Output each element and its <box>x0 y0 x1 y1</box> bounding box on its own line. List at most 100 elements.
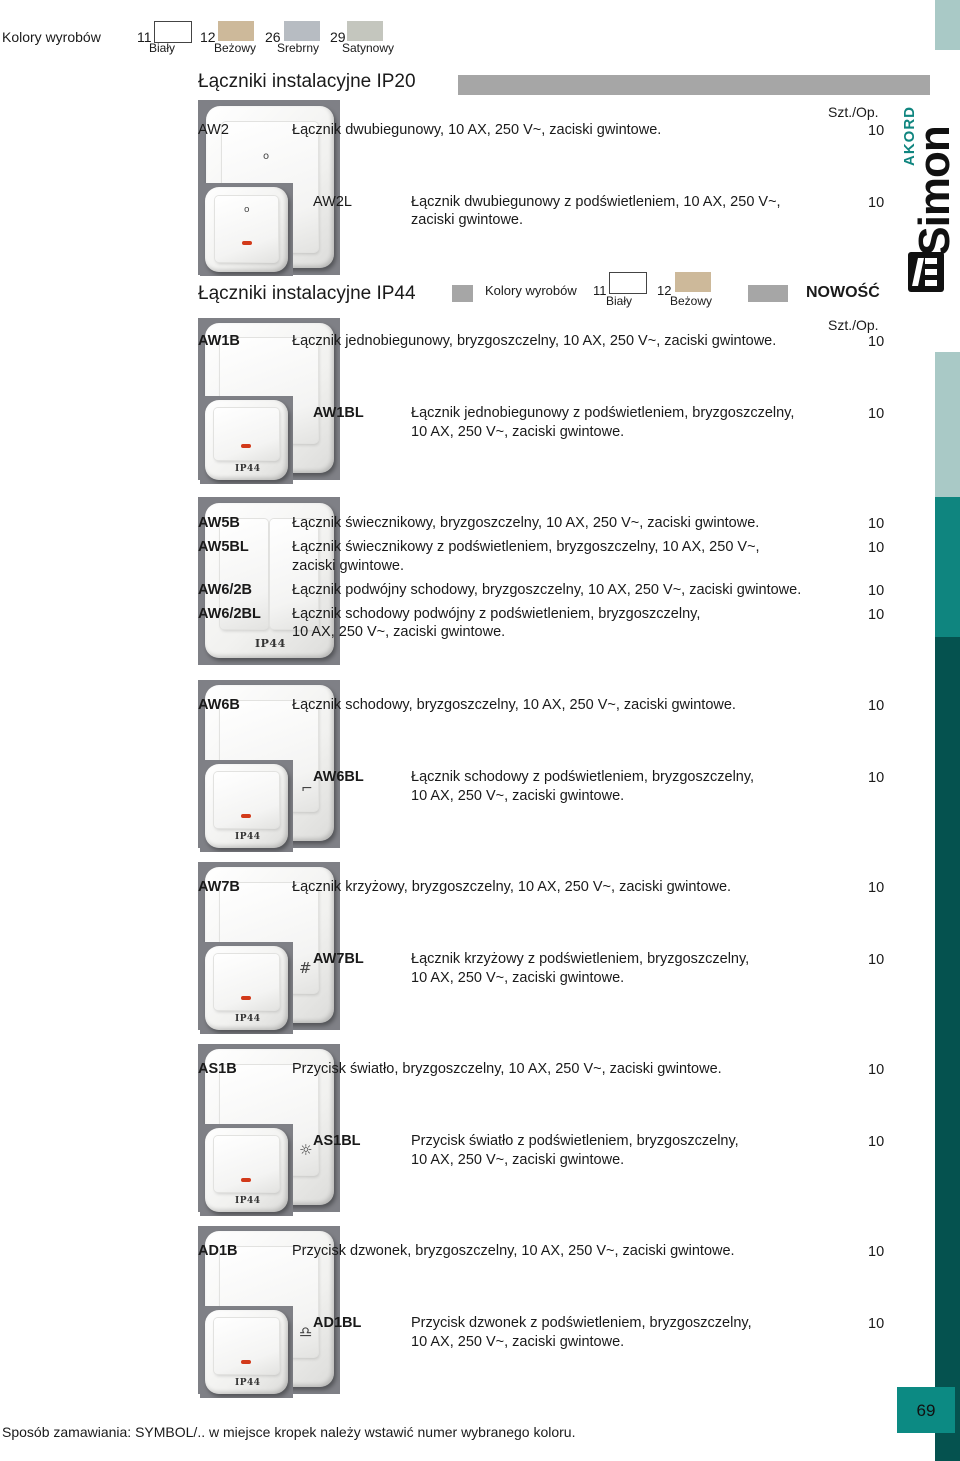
product-qty: 10 <box>868 334 885 350</box>
product-desc: Łącznik podwójny schodowy, bryzgoszczeln… <box>292 582 802 598</box>
product-desc-line2: 10 AX, 250 V~, zaciski gwintowe. <box>292 624 506 640</box>
product-qty: 10 <box>868 1134 885 1150</box>
ip-label: IP44 <box>235 1378 261 1388</box>
product-desc: Łącznik schodowy z podświetleniem, bryzg… <box>411 769 755 785</box>
product-code: AS1B <box>198 1061 237 1077</box>
section-rule <box>458 75 930 95</box>
product-photo-aw2l: o <box>200 183 293 276</box>
product-code: AD1BL <box>313 1315 362 1331</box>
product-desc: Łącznik jednobiegunowy, bryzgoszczelny, … <box>292 333 777 349</box>
product-code: AW1B <box>198 333 240 349</box>
product-desc: Przycisk światło z podświetleniem, bryzg… <box>411 1133 739 1149</box>
color-name: Satynowy <box>342 41 395 55</box>
colors-label: Kolory wyrobów <box>2 29 101 45</box>
qty-header: Szt./Op. <box>828 104 879 120</box>
product-desc: Łącznik dwubiegunowy, 10 AX, 250 V~, zac… <box>292 122 662 138</box>
product-desc: Łącznik świecznikowy z podświetleniem, b… <box>292 539 760 555</box>
simon-mark-icon <box>908 252 944 292</box>
ip-label: IP44 <box>235 832 261 842</box>
color-swatch-beige <box>218 21 254 41</box>
product-desc: Przycisk światło, bryzgoszczelny, 10 AX,… <box>292 1061 722 1077</box>
product-photo-as1bl: IP44 <box>200 1124 293 1216</box>
side-strip-light <box>935 352 960 497</box>
product-code: AW5B <box>198 515 240 531</box>
color-swatch-beige <box>675 272 711 292</box>
product-qty: 10 <box>868 1062 885 1078</box>
product-code: AW6/2B <box>198 582 252 598</box>
product-desc: Łącznik dwubiegunowy z podświetleniem, 1… <box>411 194 781 210</box>
product-desc: Łącznik świecznikowy, bryzgoszczelny, 10… <box>292 515 760 531</box>
qty-header: Szt./Op. <box>828 317 879 333</box>
colors-label: Kolory wyrobów <box>485 283 577 298</box>
product-qty: 10 <box>868 540 885 556</box>
side-strip-dark <box>935 637 960 1461</box>
product-code: AW6/2BL <box>198 606 261 622</box>
ip-label: IP44 <box>235 1196 261 1206</box>
page-number-box: 69 <box>897 1387 955 1433</box>
product-desc: Przycisk dzwonek z podświetleniem, bryzg… <box>411 1315 752 1331</box>
product-desc-line2: 10 AX, 250 V~, zaciski gwintowe. <box>411 424 625 440</box>
series-name: AKORD <box>901 106 918 166</box>
product-desc-line2: 10 AX, 250 V~, zaciski gwintowe. <box>411 1152 625 1168</box>
section-title-ip44: Łączniki instalacyjne IP44 <box>198 283 416 304</box>
product-photo-aw7bl: IP44 <box>200 942 293 1034</box>
ip-label: IP44 <box>255 637 286 650</box>
product-qty: 10 <box>868 516 885 532</box>
color-name: Beżowy <box>214 41 257 55</box>
section-title-ip20: Łączniki instalacyjne IP20 <box>198 71 416 92</box>
color-name: Srebrny <box>277 41 320 55</box>
page-number: 69 <box>916 1401 936 1420</box>
product-qty: 10 <box>868 770 885 786</box>
product-code: AW6BL <box>313 769 364 785</box>
color-name: Beżowy <box>670 294 713 308</box>
color-name: Biały <box>149 41 176 55</box>
product-desc: Łącznik schodowy, bryzgoszczelny, 10 AX,… <box>292 697 736 713</box>
product-desc-line2: 10 AX, 250 V~, zaciski gwintowe. <box>411 970 625 986</box>
product-desc: Łącznik jednobiegunowy z podświetleniem,… <box>411 405 795 421</box>
product-qty: 10 <box>868 952 885 968</box>
product-desc-line2: 10 AX, 250 V~, zaciski gwintowe. <box>411 788 625 804</box>
color-swatch-white <box>609 272 647 294</box>
section-rule <box>452 285 473 302</box>
product-qty: 10 <box>868 880 885 896</box>
product-code: AW1BL <box>313 405 364 421</box>
side-strip-teal <box>935 497 960 637</box>
new-badge: NOWOŚĆ <box>806 284 880 301</box>
side-strip-light <box>935 0 960 50</box>
product-code: AW7BL <box>313 951 364 967</box>
product-code: AW5BL <box>198 539 249 555</box>
color-name: Biały <box>606 294 633 308</box>
color-swatch-satin <box>347 21 383 41</box>
product-qty: 10 <box>868 583 885 599</box>
product-qty: 10 <box>868 698 885 714</box>
product-qty: 10 <box>868 1316 885 1332</box>
color-code: 11 <box>593 283 607 298</box>
ip-label: IP44 <box>235 464 261 474</box>
product-code: AD1B <box>198 1243 238 1259</box>
product-qty: 10 <box>868 607 885 623</box>
product-desc-line2: 10 AX, 250 V~, zaciski gwintowe. <box>411 1334 625 1350</box>
product-desc-line2: zaciski gwintowe. <box>411 212 524 228</box>
simon-logo: Simon AKORD <box>900 100 959 300</box>
product-desc: Łącznik schodowy podwójny z podświetleni… <box>292 606 701 622</box>
color-swatch-white <box>154 21 192 43</box>
product-code: AS1BL <box>313 1133 361 1149</box>
ordering-note: Sposób zamawiania: SYMBOL/.. w miejsce k… <box>2 1424 576 1440</box>
product-qty: 10 <box>868 123 885 139</box>
product-desc-line2: zaciski gwintowe. <box>292 558 405 574</box>
product-qty: 10 <box>868 195 885 211</box>
product-desc: Łącznik krzyżowy, bryzgoszczelny, 10 AX,… <box>292 879 732 895</box>
section-rule <box>748 285 788 302</box>
product-qty: 10 <box>868 1244 885 1260</box>
product-code: AW6B <box>198 697 240 713</box>
product-code: AW7B <box>198 879 240 895</box>
product-qty: 10 <box>868 406 885 422</box>
ip-label: IP44 <box>235 1014 261 1024</box>
color-swatch-silver <box>284 21 320 41</box>
product-code: AW2L <box>313 194 352 210</box>
product-photo-ad1bl: IP44 <box>200 1306 293 1398</box>
product-photo-aw6bl: IP44 <box>200 760 293 852</box>
product-desc: Przycisk dzwonek, bryzgoszczelny, 10 AX,… <box>292 1243 735 1259</box>
product-code: AW2 <box>198 122 229 138</box>
product-desc: Łącznik krzyżowy z podświetleniem, bryzg… <box>411 951 750 967</box>
